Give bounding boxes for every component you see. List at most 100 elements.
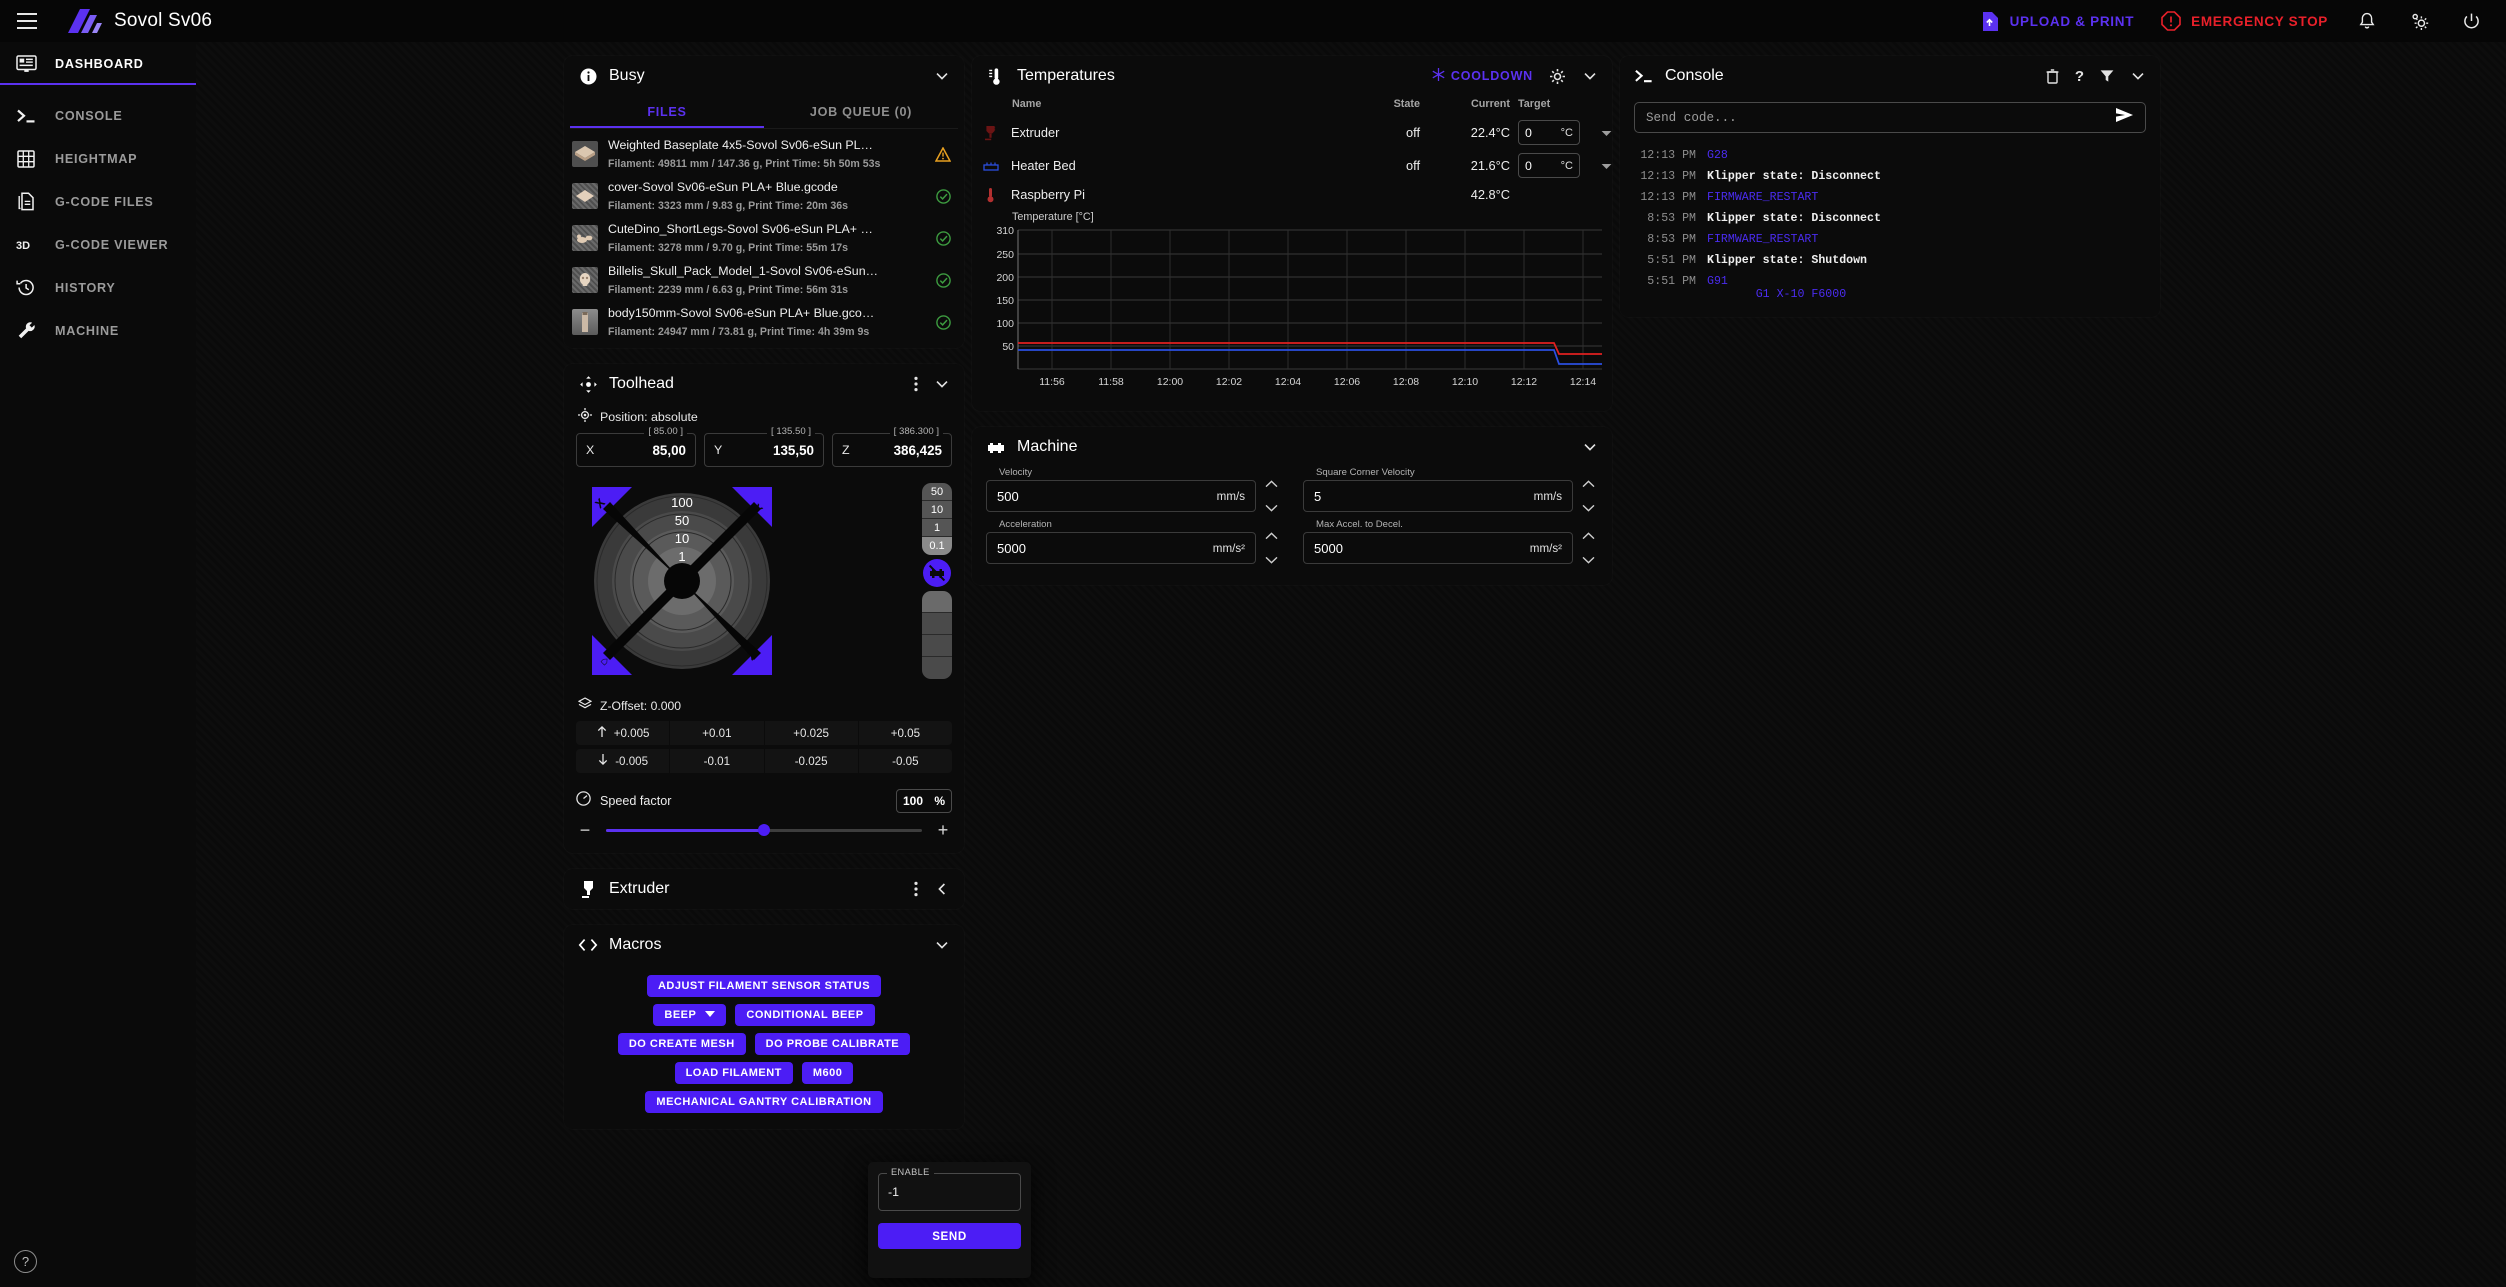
z-extra-button-2[interactable]	[922, 613, 952, 635]
menu-toggle-icon[interactable]	[10, 4, 44, 38]
speed-factor-input[interactable]: 100 %	[896, 789, 952, 813]
notifications-bell-icon[interactable]	[2354, 8, 2380, 34]
square-corner-velocity-input[interactable]: Square Corner Velocity 5 mm/s	[1303, 480, 1573, 512]
collapse-status-icon[interactable]	[934, 68, 950, 84]
console-input-wrapper[interactable]	[1634, 102, 2146, 133]
macro-beep[interactable]: BEEP	[653, 1004, 726, 1026]
app-root: Sovol Sv06 UPLOAD & PRINT EMERGENCY STOP	[0, 0, 2506, 1287]
stepper-down-icon[interactable]	[1265, 551, 1278, 569]
macro-conditional-beep[interactable]: CONDITIONAL BEEP	[735, 1004, 874, 1026]
acceleration-input[interactable]: Acceleration 5000 mm/s²	[986, 532, 1256, 564]
table-row[interactable]: Extruder off 22.4°C 0 °C	[972, 116, 1612, 149]
chart-svg: 310 250 200 150 100 50	[978, 223, 1606, 391]
emergency-stop-button[interactable]: EMERGENCY STOP	[2160, 10, 2328, 32]
upload-and-print-button[interactable]: UPLOAD & PRINT	[1979, 10, 2135, 32]
console-input[interactable]	[1646, 111, 2115, 125]
max-accel-to-decel-input[interactable]: Max Accel. to Decel. 5000 mm/s²	[1303, 532, 1573, 564]
stepper-up-icon[interactable]	[1582, 475, 1595, 493]
enable-field[interactable]: ENABLE -1	[878, 1173, 1021, 1211]
status-badge-ok	[934, 271, 952, 289]
list-item[interactable]: Weighted Baseplate 4x5-Sovol Sv06-eSun P…	[564, 133, 964, 175]
macro-do-probe-calibrate[interactable]: DO PROBE CALIBRATE	[755, 1033, 910, 1055]
sidebar-item-history[interactable]: HISTORY	[0, 266, 196, 309]
macro-do-create-mesh[interactable]: DO CREATE MESH	[618, 1033, 746, 1055]
collapse-machine-icon[interactable]	[1582, 439, 1598, 455]
bed-target-dropdown-icon[interactable]	[1582, 149, 1612, 182]
clear-console-icon[interactable]	[2046, 69, 2059, 84]
axis-y[interactable]: [ 135.50 ] Y 135,50	[704, 433, 824, 467]
toolhead-more-icon[interactable]	[914, 376, 918, 392]
expand-extruder-icon[interactable]	[934, 881, 950, 897]
slider-decrease-button[interactable]: −	[576, 821, 594, 839]
settings-gear-icon[interactable]	[2406, 8, 2432, 34]
table-row[interactable]: Heater Bed off 21.6°C 0 °C	[972, 149, 1612, 182]
velocity-input[interactable]: Velocity 500 mm/s	[986, 480, 1256, 512]
z-step-10[interactable]: 10	[922, 501, 952, 519]
sidebar-item-machine[interactable]: MACHINE	[0, 309, 196, 352]
temperatures-settings-icon[interactable]	[1549, 68, 1566, 85]
axis-z[interactable]: [ 386.300 ] Z 386,425	[832, 433, 952, 467]
z-offset-down-001[interactable]: -0.01	[670, 749, 764, 773]
console-log-row: 5:51 PM Klipper state: Shutdown	[1634, 250, 2146, 271]
machine-field-velocity: Velocity 500 mm/s	[986, 475, 1281, 517]
z-step-50[interactable]: 50	[922, 483, 952, 501]
send-icon[interactable]	[2115, 107, 2134, 128]
axis-x-value: 85,00	[652, 443, 686, 458]
chevron-down-icon[interactable]	[705, 1009, 715, 1021]
axis-x[interactable]: [ 85.00 ] X 85,00	[576, 433, 696, 467]
stepper-down-icon[interactable]	[1582, 551, 1595, 569]
console-help-icon[interactable]: ?	[2075, 68, 2084, 85]
z-extra-button-3[interactable]	[922, 635, 952, 657]
cooldown-button[interactable]: COOLDOWN	[1432, 68, 1533, 84]
tab-job-queue[interactable]: JOB QUEUE (0)	[764, 96, 958, 128]
sidebar-item-dashboard[interactable]: DASHBOARD	[0, 42, 196, 85]
console-filter-icon[interactable]	[2100, 69, 2114, 83]
list-item[interactable]: Billelis_Skull_Pack_Model_1-Sovol Sv06-e…	[564, 259, 964, 301]
stepper-down-icon[interactable]	[1265, 499, 1278, 517]
sidebar-item-heightmap[interactable]: HEIGHTMAP	[0, 137, 196, 180]
motors-off-icon[interactable]	[923, 559, 951, 587]
list-item[interactable]: cover-Sovol Sv06-eSun PLA+ Blue.gcode Fi…	[564, 175, 964, 217]
z-step-0-1[interactable]: 0.1	[922, 537, 952, 555]
z-offset-down-0025[interactable]: -0.025	[765, 749, 859, 773]
z-step-1[interactable]: 1	[922, 519, 952, 537]
stepper-down-icon[interactable]	[1582, 499, 1595, 517]
tab-files[interactable]: FILES	[570, 96, 764, 128]
macro-adjust-filament-sensor-status[interactable]: ADJUST FILAMENT SENSOR STATUS	[647, 975, 881, 997]
collapse-macros-icon[interactable]	[934, 937, 950, 953]
sidebar-item-gcode-files[interactable]: G-CODE FILES	[0, 180, 196, 223]
z-offset-up-0025[interactable]: +0.025	[765, 721, 859, 745]
extruder-target-input[interactable]: 0 °C	[1518, 120, 1580, 145]
z-offset-down-0005[interactable]: -0.005	[576, 749, 670, 773]
list-item[interactable]: CuteDino_ShortLegs-Sovol Sv06-eSun PLA+ …	[564, 217, 964, 259]
stepper-up-icon[interactable]	[1582, 527, 1595, 545]
z-extra-button-4[interactable]	[922, 657, 952, 679]
macro-m600[interactable]: M600	[802, 1062, 854, 1084]
power-icon[interactable]	[2458, 8, 2484, 34]
collapse-console-icon[interactable]	[2130, 68, 2146, 84]
extruder-target-dropdown-icon[interactable]	[1582, 116, 1612, 149]
slider-increase-button[interactable]: +	[934, 821, 952, 839]
help-button[interactable]: ?	[14, 1250, 37, 1273]
macro-load-filament[interactable]: LOAD FILAMENT	[675, 1062, 793, 1084]
list-item[interactable]: body150mm-Sovol Sv06-eSun PLA+ Blue.gco……	[564, 301, 964, 348]
slider-knob[interactable]	[758, 824, 770, 836]
collapse-toolhead-icon[interactable]	[934, 376, 950, 392]
z-offset-down-005[interactable]: -0.05	[859, 749, 952, 773]
z-offset-up-001[interactable]: +0.01	[670, 721, 764, 745]
collapse-temperatures-icon[interactable]	[1582, 68, 1598, 84]
z-offset-up-005[interactable]: +0.05	[859, 721, 952, 745]
log-time: 5:51 PM	[1634, 254, 1696, 267]
table-row[interactable]: Raspberry Pi 42.8°C	[972, 182, 1612, 207]
stepper-up-icon[interactable]	[1265, 527, 1278, 545]
stepper-up-icon[interactable]	[1265, 475, 1278, 493]
sidebar-item-gcode-viewer[interactable]: 3D G-CODE VIEWER	[0, 223, 196, 266]
send-button[interactable]: SEND	[878, 1223, 1021, 1249]
macro-mechanical-gantry-calibration[interactable]: MECHANICAL GANTRY CALIBRATION	[645, 1091, 882, 1113]
speed-factor-slider[interactable]	[606, 829, 922, 832]
sidebar-item-console[interactable]: CONSOLE	[0, 94, 196, 137]
extruder-more-icon[interactable]	[914, 881, 918, 897]
bed-target-input[interactable]: 0 °C	[1518, 153, 1580, 178]
z-extra-button-1[interactable]	[922, 591, 952, 613]
z-offset-up-0005[interactable]: +0.005	[576, 721, 670, 745]
